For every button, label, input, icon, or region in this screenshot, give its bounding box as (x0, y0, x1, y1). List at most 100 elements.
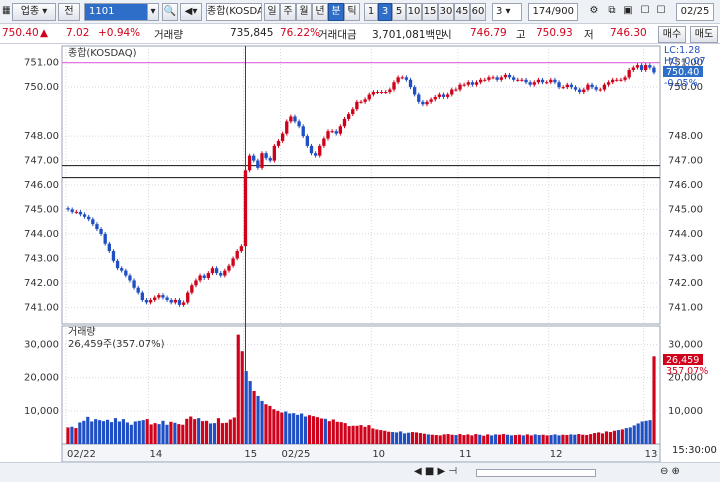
sell-button[interactable]: 매도 (690, 26, 718, 43)
volume-bar (593, 433, 597, 444)
candle-body (256, 160, 260, 168)
volume-bar (620, 429, 624, 444)
candle-body (210, 268, 215, 274)
volume-bar (632, 425, 636, 444)
chevron-down-icon[interactable]: ▾ (147, 3, 159, 21)
volume-bar (406, 432, 411, 444)
market-select[interactable]: 업종 ▾ (12, 3, 56, 21)
chart-title: 종합(KOSDAQ) (68, 47, 137, 59)
x-tick-label: 15 (244, 449, 257, 460)
candle-body (466, 82, 470, 85)
volume-bar (280, 412, 284, 444)
candle-body (313, 153, 318, 156)
volume-bar (600, 433, 605, 444)
grid-icon[interactable]: ▦ (2, 3, 10, 21)
interval-select[interactable]: 3 ▾ (492, 3, 522, 21)
minute-5[interactable]: 5 (392, 3, 406, 21)
volume-bar (149, 424, 153, 444)
candle-body (553, 79, 557, 83)
volume-bar (157, 424, 161, 444)
buy-button[interactable]: 매수 (658, 26, 686, 43)
period-tick[interactable]: 틱 (344, 3, 360, 21)
minute-60[interactable]: 60 (470, 3, 486, 21)
candle-body (367, 94, 371, 100)
volume-bar (133, 421, 137, 444)
volume-bar (387, 431, 391, 444)
volume-bar (82, 420, 86, 444)
minute-10[interactable]: 10 (406, 3, 422, 21)
last-price-label: 750.40 (666, 67, 699, 78)
volume-bar (252, 390, 256, 444)
volume-bar (153, 423, 157, 444)
volume-bar (490, 435, 494, 444)
y-tick-label-right: 745.00 (668, 204, 703, 215)
candle-body (425, 101, 429, 105)
volume-bar (410, 432, 415, 444)
candle-body (272, 145, 277, 161)
speaker-icon[interactable]: ◀▾ (180, 3, 202, 21)
minute-3[interactable]: 3 (378, 3, 392, 21)
checkbox-icon-2[interactable]: ☐ (654, 3, 668, 21)
candle-body (157, 295, 161, 298)
y-tick-label-right: 741.00 (668, 302, 703, 313)
candle-body (107, 243, 111, 252)
price-pane (61, 45, 661, 325)
candle-body (120, 268, 124, 271)
candle-body (516, 79, 520, 81)
volume-bar (363, 426, 367, 444)
period-month[interactable]: 월 (296, 3, 312, 21)
search-icon[interactable]: 🔍 (162, 3, 178, 21)
counter-field[interactable]: 174/900 (528, 3, 578, 21)
volume-bar (509, 435, 514, 444)
scroll-track[interactable] (476, 469, 596, 477)
candle-body (206, 273, 211, 278)
date-field[interactable]: 02/25 (676, 3, 714, 21)
volume-bar (612, 430, 617, 444)
period-day[interactable]: 일 (264, 3, 280, 21)
candle-body (318, 145, 322, 156)
zoom-controls[interactable]: ⊖ ⊕ (660, 466, 680, 477)
candle-body (524, 79, 528, 83)
volume-bar (201, 421, 205, 444)
x-tick-label: 02/25 (282, 449, 311, 460)
code-input[interactable]: 1101 (84, 3, 148, 21)
candle-body (470, 82, 475, 85)
volume-value: 735,845 (230, 27, 274, 39)
volume-bar (402, 433, 407, 444)
toolbar: ▦ 업종 ▾ 전 1101 ▾ 🔍 ◀▾ 종합(KOSDAQ) 일 주 월 년 … (0, 0, 720, 24)
candle-body (128, 275, 132, 281)
minute-1[interactable]: 1 (364, 3, 378, 21)
minute-30[interactable]: 30 (438, 3, 454, 21)
volume-bar (303, 416, 308, 444)
volume-subtitle: 26,459주(357.07%) (68, 339, 165, 350)
candle-body (582, 89, 586, 93)
candle-body (74, 211, 78, 213)
volume-bar (232, 417, 236, 444)
volume-bar (181, 424, 185, 444)
volume-bar (561, 434, 565, 444)
period-year[interactable]: 년 (312, 3, 328, 21)
volume-bar (284, 411, 288, 444)
candle-body (82, 214, 87, 217)
volume-bar (391, 432, 395, 444)
candle-body (338, 126, 343, 134)
candle-body (297, 121, 301, 127)
candle-body (602, 84, 607, 90)
y-tick-label: 741.00 (24, 302, 59, 313)
candle-body (78, 211, 83, 215)
period-week[interactable]: 주 (280, 3, 296, 21)
volume-bar (327, 421, 331, 444)
volume-bar (260, 400, 264, 444)
type-button[interactable]: 전 (58, 3, 80, 21)
minute-45[interactable]: 45 (454, 3, 470, 21)
minute-15[interactable]: 15 (422, 3, 438, 21)
candle-body (375, 92, 380, 94)
period-minute[interactable]: 분 (328, 3, 344, 21)
copy-icon[interactable]: ⧉ (604, 3, 620, 21)
volume-bar (70, 426, 74, 444)
nav-controls[interactable]: ◀ ■ ▶ ⊣ (414, 466, 457, 477)
y-tick-label-right: 746.00 (668, 180, 703, 191)
save-icon[interactable]: ▣ (620, 3, 636, 21)
checkbox-icon[interactable]: ☐ (638, 3, 652, 21)
settings-icon[interactable]: ⚙ (586, 3, 602, 21)
